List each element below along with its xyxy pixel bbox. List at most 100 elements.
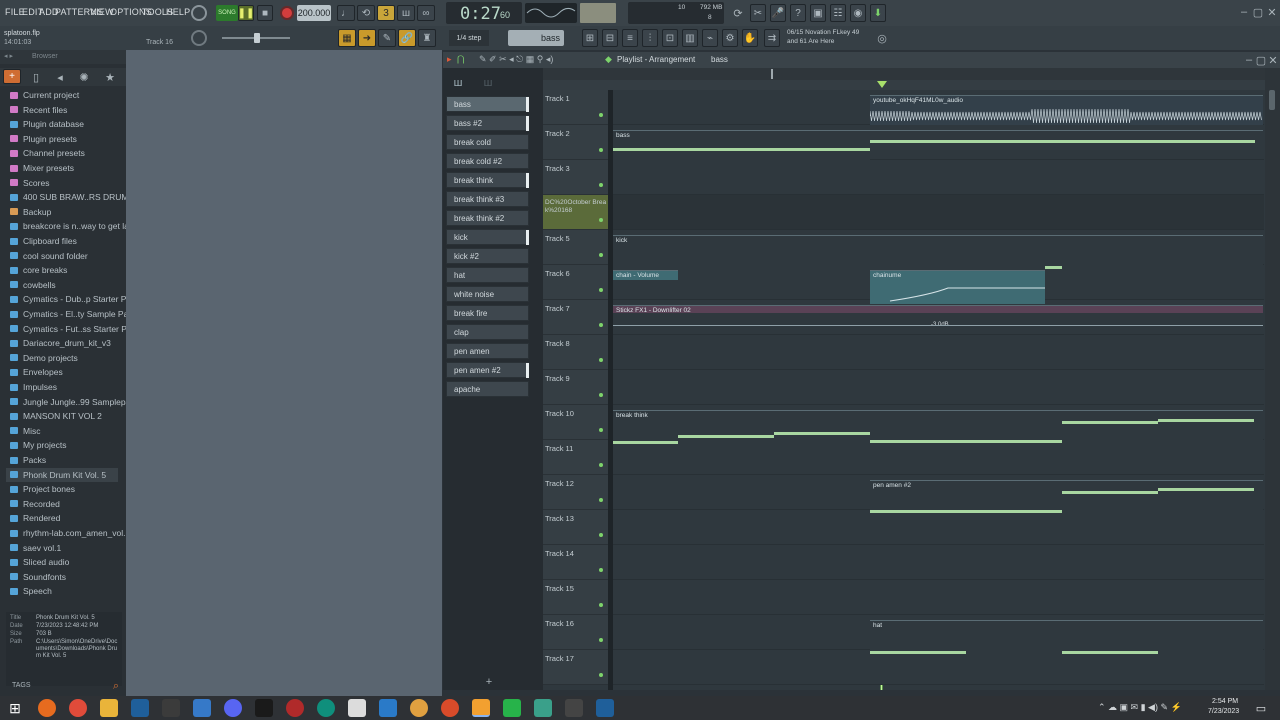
plugin-picker-icon[interactable]: ⌁	[702, 29, 718, 47]
cut-icon[interactable]: ✂	[750, 4, 766, 22]
metronome-icon[interactable]: ♩	[337, 5, 355, 21]
vertical-scroll-handle[interactable]	[1269, 90, 1275, 110]
track-header[interactable]: Track 1	[543, 90, 609, 125]
track-header[interactable]: Track 8	[543, 335, 609, 370]
clock-time[interactable]: 2:54 PM	[1212, 698, 1238, 705]
browser-item[interactable]: Plugin database	[10, 117, 84, 131]
track-header[interactable]: DC%20October Break%20168	[543, 195, 609, 230]
automation-clip[interactable]: Stickz FX1 - Downlifter 02-3.0dB	[613, 305, 1263, 328]
app-icon-5[interactable]	[162, 699, 180, 717]
loop-record-icon[interactable]: ∞	[417, 5, 435, 21]
track-lane[interactable]	[613, 545, 1264, 580]
pattern-clip[interactable]: break think	[613, 410, 1263, 444]
news-icon[interactable]: ⇉	[764, 29, 780, 47]
edge-icon[interactable]	[317, 699, 335, 717]
app-icon-9[interactable]	[286, 699, 304, 717]
track-lane[interactable]	[613, 195, 1264, 230]
track-header[interactable]: Track 5	[543, 230, 609, 265]
record-button[interactable]	[280, 6, 294, 20]
track-mute-led[interactable]	[599, 393, 603, 397]
tempo-display[interactable]: 200.000	[297, 5, 331, 21]
wait-input-icon[interactable]: ⟲	[357, 5, 375, 21]
channel-item[interactable]: bass	[446, 96, 529, 112]
browser-item[interactable]: Sliced audio	[10, 555, 69, 569]
snap-icon[interactable]: ⋂	[457, 54, 464, 65]
eq-icon[interactable]: ⫶	[642, 29, 658, 47]
browser-item[interactable]: Channel presets	[10, 146, 85, 160]
browser-item[interactable]: Impulses	[10, 380, 57, 394]
browser-item[interactable]: core breaks	[10, 263, 67, 277]
channel-item[interactable]: clap	[446, 324, 529, 340]
cpu-icon[interactable]: ⟳	[730, 4, 746, 22]
track-mute-led[interactable]	[599, 498, 603, 502]
vertical-scrollbar[interactable]	[1265, 68, 1280, 690]
play-button[interactable]: ❚❚	[238, 5, 254, 21]
timeline-ruler[interactable]	[543, 68, 1265, 90]
horizontal-scrollbar[interactable]	[543, 68, 1265, 80]
app-icon-13[interactable]	[410, 699, 428, 717]
volume-slider-handle[interactable]	[254, 33, 260, 43]
pattern-clip[interactable]: kick	[613, 235, 1263, 269]
clock-date[interactable]: 7/23/2023	[1208, 708, 1239, 715]
track-lane[interactable]	[613, 370, 1264, 405]
browser-item[interactable]: Backup	[10, 205, 51, 219]
steam-icon[interactable]	[131, 699, 149, 717]
browser-item[interactable]: rhythm-lab.com_amen_vol.1	[10, 526, 130, 540]
picker-alt-icon[interactable]: ш	[481, 76, 495, 90]
app-icon-19[interactable]	[596, 699, 614, 717]
app-icon-16[interactable]	[503, 699, 521, 717]
channel-item[interactable]: pen amen #2	[446, 362, 529, 378]
browser-item[interactable]: Mixer presets	[10, 161, 74, 175]
track-mute-led[interactable]	[599, 358, 603, 362]
fl-studio-taskbar-icon[interactable]	[472, 699, 490, 717]
channel-item[interactable]: break cold #2	[446, 153, 529, 169]
chrome-icon[interactable]	[69, 699, 87, 717]
snap-selector[interactable]: 1/4 step	[449, 30, 489, 46]
track-mute-led[interactable]	[599, 218, 603, 222]
news-line-2[interactable]: and 61 Are Here	[787, 38, 834, 45]
track-header[interactable]: Track 15	[543, 580, 609, 615]
track-header[interactable]: Track 3	[543, 160, 609, 195]
channel-item[interactable]: kick	[446, 229, 529, 245]
browser-item[interactable]: Speech	[10, 584, 52, 598]
browser-item[interactable]: Cymatics - Fut..ss Starter Pack	[10, 322, 140, 336]
app-icon-6[interactable]	[193, 699, 211, 717]
track-lane[interactable]	[613, 335, 1264, 370]
pencil-icon[interactable]: ✎	[378, 29, 396, 47]
channel-item[interactable]: break think #2	[446, 210, 529, 226]
track-mute-led[interactable]	[599, 533, 603, 537]
browser-item[interactable]: Demo projects	[10, 351, 78, 365]
app-icon-18[interactable]	[565, 699, 583, 717]
channel-item[interactable]: break cold	[446, 134, 529, 150]
browser-item[interactable]: Recent files	[10, 103, 67, 117]
track-header[interactable]: Track 6	[543, 265, 609, 300]
channel-item[interactable]: pen amen	[446, 343, 529, 359]
help-icon[interactable]: ?	[790, 4, 806, 22]
track-header[interactable]: Track 9	[543, 370, 609, 405]
mic-icon[interactable]: 🎤	[770, 4, 786, 22]
channel-item[interactable]: break think	[446, 172, 529, 188]
track-mute-led[interactable]	[599, 568, 603, 572]
mixer-icon[interactable]: ☷	[830, 4, 846, 22]
time-display[interactable]: 0:27 60	[446, 2, 522, 24]
track-mute-led[interactable]	[599, 183, 603, 187]
explorer-icon[interactable]	[100, 699, 118, 717]
channel-rack-icon[interactable]: ⊟	[602, 29, 618, 47]
track-mute-led[interactable]	[599, 428, 603, 432]
browser-item[interactable]: Cymatics - Dub..p Starter Pack	[10, 292, 140, 306]
browser-item[interactable]: 400 SUB BRAW..RS DRUM KIT	[10, 190, 144, 204]
pattern-clip[interactable]: hat	[870, 620, 1263, 654]
song-mode-toggle[interactable]: SONG	[216, 5, 238, 21]
piano-roll-icon[interactable]: ⊞	[582, 29, 598, 47]
automation-clip[interactable]: chain - Volume	[613, 270, 678, 280]
countdown-icon[interactable]: 3	[377, 5, 395, 21]
channel-item[interactable]: break think #3	[446, 191, 529, 207]
playhead-marker-icon[interactable]	[877, 81, 887, 88]
pitch-knob-icon[interactable]	[191, 30, 207, 46]
menu-help[interactable]: HELP	[166, 7, 190, 17]
track-mute-led[interactable]	[599, 148, 603, 152]
mixer-view-icon[interactable]: ≡	[622, 29, 638, 47]
browser-item[interactable]: Recorded	[10, 497, 60, 511]
pattern-clip[interactable]: bass	[613, 130, 870, 164]
pattern-clip[interactable]	[870, 130, 1263, 164]
